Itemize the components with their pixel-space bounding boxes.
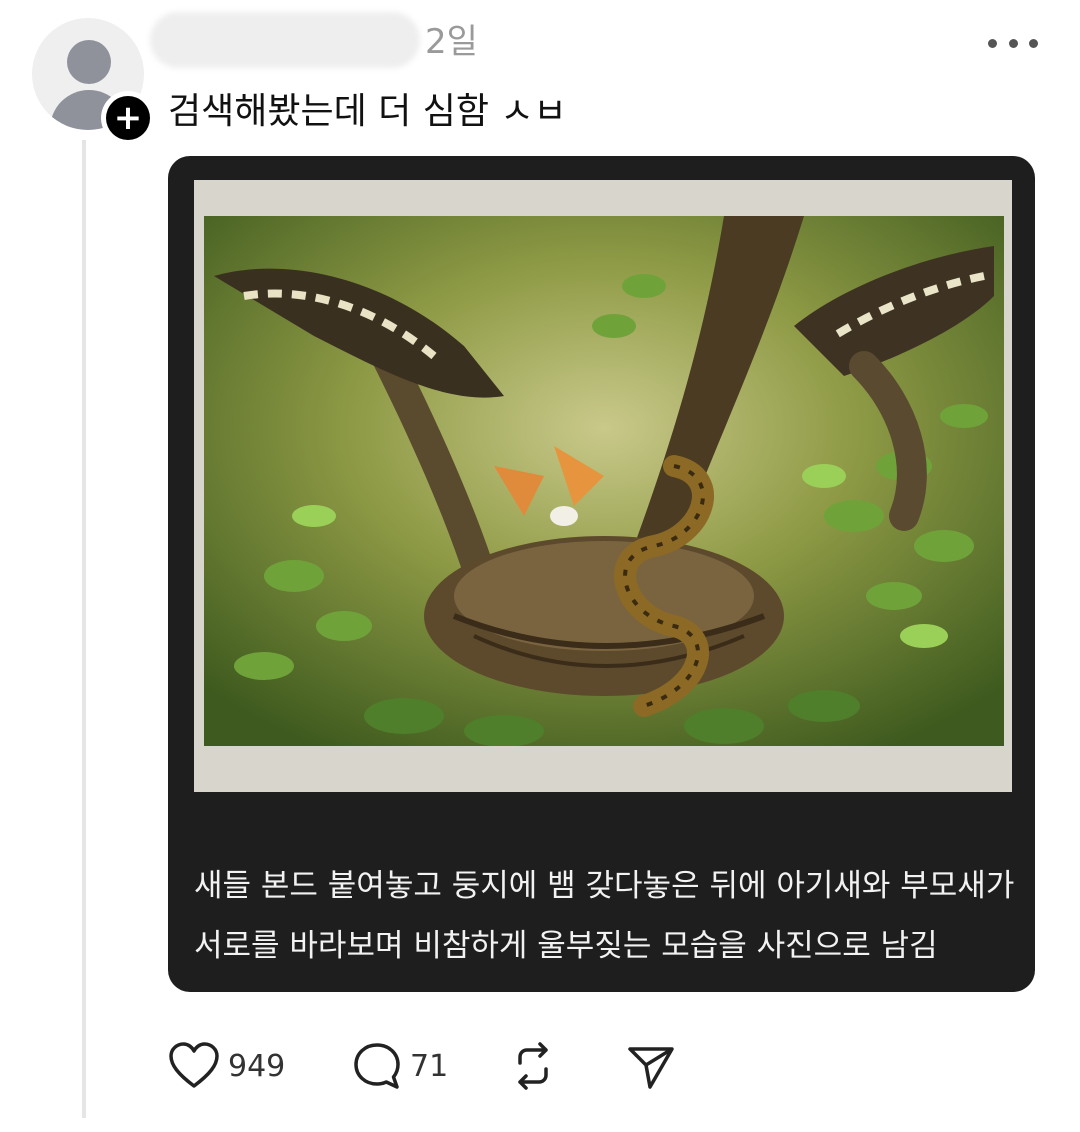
avatar-head xyxy=(67,40,111,84)
image-caption: 새들 본드 붙여놓고 둥지에 뱀 갖다놓은 뒤에 아기새와 부모새가 서로를 바… xyxy=(194,856,1014,976)
more-dot xyxy=(988,38,997,48)
timestamp: 2일 xyxy=(425,22,478,62)
thread-line xyxy=(82,140,86,1118)
comment-count: 71 xyxy=(410,1048,449,1084)
repost-icon xyxy=(518,1042,548,1090)
heart-icon xyxy=(169,1042,219,1088)
like-button[interactable]: 949 xyxy=(168,1036,285,1096)
caption-line-1: 새들 본드 붙여놓고 둥지에 뱀 갖다놓은 뒤에 아기새와 부모새가 xyxy=(194,868,1015,904)
username-redacted[interactable] xyxy=(150,12,420,68)
repost-button[interactable] xyxy=(508,1036,558,1096)
caption-line-2: 서로를 바라보며 비참하게 울부짖는 모습을 사진으로 남김 xyxy=(194,928,938,964)
more-dot xyxy=(1029,38,1038,48)
bird-nest-photo xyxy=(204,216,1004,746)
follow-button[interactable]: + xyxy=(101,91,155,145)
photo-illustration xyxy=(204,216,1004,746)
more-dot xyxy=(1008,38,1018,48)
photo-frame xyxy=(194,180,1012,792)
send-icon xyxy=(628,1047,674,1089)
like-count: 949 xyxy=(228,1048,286,1084)
plus-icon: + xyxy=(106,96,150,140)
share-button[interactable] xyxy=(626,1036,676,1096)
more-options-icon[interactable] xyxy=(988,36,1038,50)
comment-button[interactable]: 71 xyxy=(352,1036,448,1096)
post-text: 검색해봤는데 더 심함 ㅅㅂ xyxy=(168,91,567,132)
comment-bubble-icon xyxy=(354,1043,400,1089)
post-image[interactable]: 새들 본드 붙여놓고 둥지에 뱀 갖다놓은 뒤에 아기새와 부모새가 서로를 바… xyxy=(168,156,1035,992)
